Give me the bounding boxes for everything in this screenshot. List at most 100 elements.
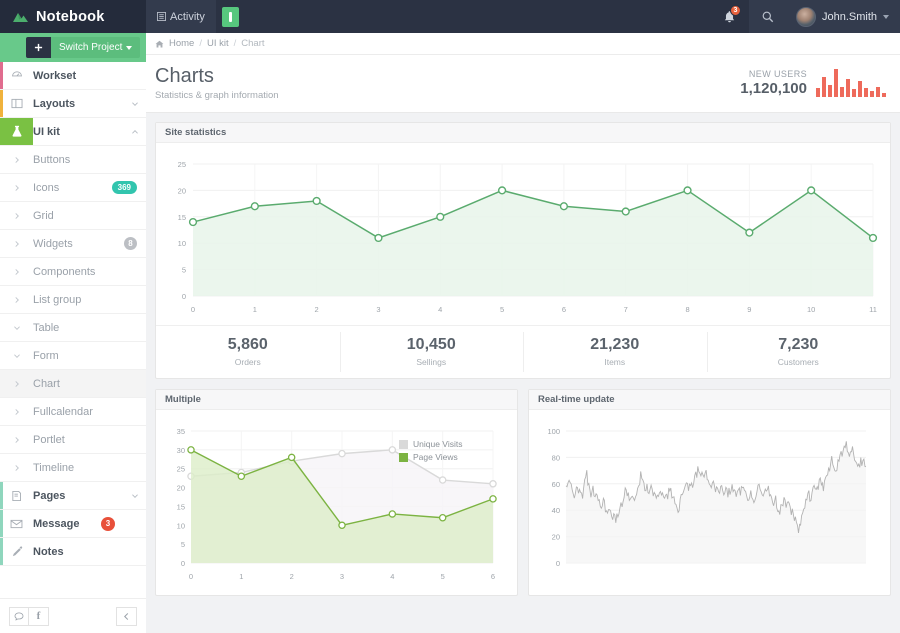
svg-text:60: 60 [552, 480, 560, 489]
sidebar-accent-bar [0, 90, 3, 117]
sidebar-item-workset[interactable]: Workset [0, 62, 146, 90]
new-users-sparkline [816, 67, 886, 97]
sidebar-item-pages[interactable]: Pages [0, 482, 146, 510]
sidebar-item-label: Workset [33, 69, 77, 82]
add-project-button[interactable] [26, 37, 51, 58]
sidebar-item-label: List group [33, 293, 82, 306]
flask-icon [0, 118, 33, 145]
chevron-down-icon [126, 45, 133, 50]
sidebar-item-list-group[interactable]: List group [0, 286, 146, 314]
chevron-right [0, 184, 33, 192]
chevron-left-icon [124, 612, 129, 620]
breadcrumb-separator: / [199, 38, 202, 49]
envelope-icon [0, 519, 33, 529]
brand[interactable]: Notebook [0, 0, 146, 33]
sidebar-item-message[interactable]: Message 3 [0, 510, 146, 538]
sidebar-item-fullcalendar[interactable]: Fullcalendar [0, 398, 146, 426]
sidebar-item-label: Widgets [33, 237, 73, 250]
svg-text:0: 0 [556, 559, 560, 568]
sidebar-item-grid[interactable]: Grid [0, 202, 146, 230]
sidebar-item-label: Grid [33, 209, 54, 222]
stat-value: 21,230 [590, 336, 640, 353]
switch-project-button[interactable]: Switch Project [51, 37, 141, 58]
sidebar-item-portlet[interactable]: Portlet [0, 426, 146, 454]
svg-text:5: 5 [181, 540, 185, 549]
realtime-chart: 0 20 40 60 80 100 [536, 417, 883, 595]
sparkline-bar [852, 89, 856, 97]
sparkline-bar [870, 91, 874, 97]
user-menu[interactable]: John.Smith [786, 0, 900, 33]
sidebar-item-label: Fullcalendar [33, 405, 93, 418]
svg-text:0: 0 [189, 572, 193, 581]
sidebar-footer: f [0, 598, 146, 633]
sidebar-item-components[interactable]: Components [0, 258, 146, 286]
svg-text:4: 4 [438, 305, 442, 314]
brand-name: Notebook [36, 8, 105, 25]
chevron-right [0, 380, 33, 388]
sidebar-item-chart[interactable]: Chart [0, 370, 146, 398]
sidebar-item-ui-kit[interactable]: UI kit [0, 118, 146, 146]
switch-project-label: Switch Project [59, 42, 123, 53]
site-statistics-chart: 0 5 10 15 20 25 0 1 2 3 4 5 6 7 8 9 10 11 [163, 150, 883, 325]
sidebar-item-layouts[interactable]: Layouts [0, 90, 146, 118]
sidebar-item-buttons[interactable]: Buttons [0, 146, 146, 174]
chevron-right [0, 296, 33, 304]
chevron-down-icon [124, 101, 146, 107]
stat-label: Items [604, 357, 626, 367]
sidebar-badge: 8 [124, 237, 137, 250]
home-icon [155, 40, 164, 48]
multiple-chart: 0 5 10 15 20 25 30 35 0 1 2 3 4 5 6 Unique Visits Page V… [163, 417, 510, 595]
user-name: John.Smith [821, 10, 877, 23]
panel-title-realtime: Real-time update [529, 390, 890, 410]
sidebar-item-icons[interactable]: Icons 369 [0, 174, 146, 202]
sidebar-collapse-button[interactable] [116, 606, 137, 626]
sidebar-accent-bar [0, 538, 3, 565]
sparkline-bar [864, 88, 868, 97]
sidebar-item-timeline[interactable]: Timeline [0, 454, 146, 482]
nav-tab-activity[interactable]: Activity [146, 0, 217, 33]
chevron-right [0, 156, 33, 164]
pencil-icon [0, 545, 33, 558]
app-root: Notebook Activity 3 John.Smith Switch Pr… [0, 0, 900, 633]
stat-orders: 5,860 Orders [156, 326, 340, 378]
notifications-button[interactable]: 3 [711, 0, 749, 33]
sidebar-item-label: UI kit [33, 125, 60, 138]
stat-value: 10,450 [406, 336, 456, 353]
chat-bubble-icon[interactable] [9, 606, 29, 626]
breadcrumb-item-home[interactable]: Home [169, 38, 194, 49]
sidebar-item-notes[interactable]: Notes [0, 538, 146, 566]
svg-text:Page Views: Page Views [413, 452, 458, 462]
search-icon [762, 11, 774, 22]
navbar-right: 3 John.Smith [711, 0, 900, 33]
facebook-icon[interactable]: f [29, 606, 49, 626]
stat-value: 7,230 [778, 336, 819, 353]
charts-row: Multiple 0 5 10 15 20 25 30 35 0 1 2 3 4 5 6 Unique Vis… [155, 389, 891, 596]
mountain-logo-icon [12, 10, 29, 24]
chevron-down-icon [124, 493, 146, 499]
sidebar-badge: 3 [101, 516, 115, 531]
sidebar-item-label: Timeline [33, 461, 75, 474]
notification-badge: 3 [729, 5, 741, 16]
sidebar-accent-bar [0, 510, 3, 537]
breadcrumb-item-uikit[interactable]: UI kit [207, 38, 229, 49]
svg-text:11: 11 [869, 305, 877, 314]
panels-container: Site statistics 0 5 10 15 20 25 0 1 2 3 4 5 6 7 8 9 10 11… [146, 113, 900, 605]
svg-text:5: 5 [500, 305, 504, 314]
svg-text:Unique Visits: Unique Visits [413, 439, 462, 449]
sparkline-bar [876, 87, 880, 97]
sidebar-item-label: Table [33, 321, 60, 334]
nav-green-tile[interactable] [217, 0, 244, 33]
svg-text:0: 0 [191, 305, 195, 314]
new-users-label: NEW USERS [748, 69, 807, 79]
sidebar-item-widgets[interactable]: Widgets 8 [0, 230, 146, 258]
page-title: Charts [155, 65, 214, 87]
svg-text:30: 30 [177, 446, 185, 455]
sidebar-accent-bar [0, 482, 3, 509]
breadcrumb-separator: / [233, 38, 237, 49]
svg-text:20: 20 [552, 533, 560, 542]
sparkline-bar [822, 77, 826, 97]
chevron-right [0, 268, 33, 276]
sidebar-item-table[interactable]: Table [0, 314, 146, 342]
sidebar-item-form[interactable]: Form [0, 342, 146, 370]
search-button[interactable] [748, 0, 787, 33]
